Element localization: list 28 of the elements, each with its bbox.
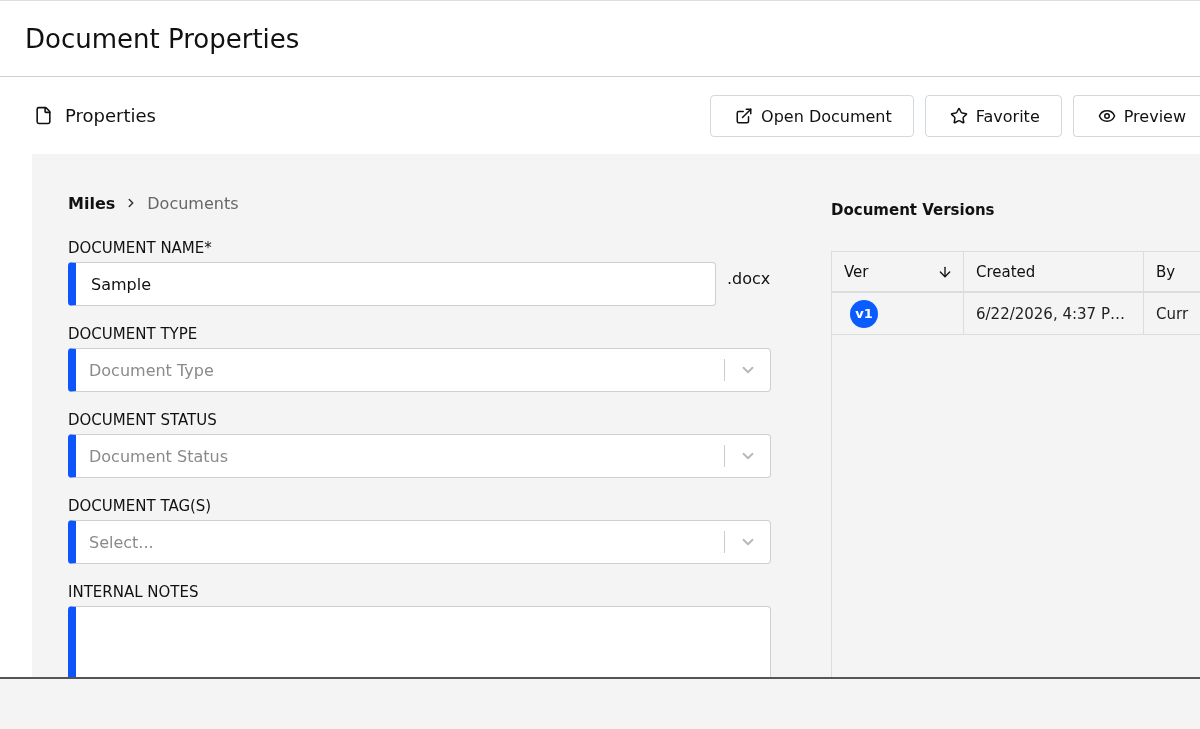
field-label: DOCUMENT TYPE [68, 324, 199, 344]
table-cell: Curr [1144, 293, 1200, 335]
breadcrumb-current: Documents [147, 193, 239, 213]
preview-button[interactable]: Preview [1072, 95, 1200, 137]
version-badge: v1 [850, 299, 878, 328]
file-icon [34, 105, 53, 125]
eye-icon [1097, 107, 1116, 125]
page-title: Document Properties [25, 23, 300, 54]
field-label: INTERNAL NOTES [68, 582, 200, 602]
select-field[interactable]: Select... [68, 520, 771, 564]
column-header[interactable]: Created [964, 252, 1144, 293]
column-header[interactable]: Ver [832, 252, 964, 293]
favorite-button[interactable]: Favorite [924, 95, 1062, 137]
field-label: DOCUMENT STATUS [68, 410, 218, 430]
table-cell: 6/22/2026, 4:37 P… [964, 293, 1144, 335]
column-header[interactable]: By [1144, 252, 1200, 293]
field-label: DOCUMENT NAME* [68, 238, 213, 258]
notes-field[interactable] [68, 606, 771, 677]
versions-title: Document Versions [831, 200, 996, 220]
breadcrumb-link[interactable]: Miles [68, 193, 116, 213]
external-link-icon [735, 107, 754, 125]
section-title: Properties [65, 104, 156, 126]
field-label: DOCUMENT TAG(S) [68, 496, 213, 516]
open-button[interactable]: Open Document [710, 95, 914, 137]
select-field[interactable]: Document Type [68, 348, 771, 392]
extension-label: .docx [727, 269, 771, 288]
input-field[interactable]: Sample [68, 262, 716, 306]
star-icon [949, 107, 968, 125]
